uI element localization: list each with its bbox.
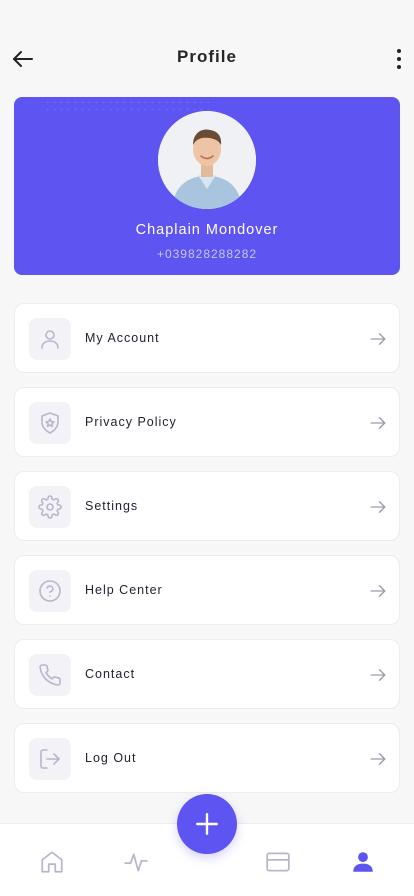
arrow-right-icon	[370, 753, 386, 765]
menu-item-label: Help Center	[85, 583, 163, 597]
menu-item-privacy-policy[interactable]: Privacy Policy	[14, 387, 400, 457]
menu-item-log-out[interactable]: Log Out	[14, 723, 400, 793]
logout-icon	[40, 749, 60, 769]
home-icon	[41, 851, 63, 873]
menu-item-settings[interactable]: Settings	[14, 471, 400, 541]
profile-icon	[353, 852, 373, 872]
app-header: Profile	[0, 0, 414, 100]
question-circle-icon	[39, 580, 61, 602]
arrow-right-icon	[370, 585, 386, 597]
arrow-right-icon	[370, 333, 386, 345]
menu-item-label: My Account	[85, 331, 160, 345]
more-options-button[interactable]	[390, 44, 408, 74]
menu-item-my-account[interactable]: My Account	[14, 303, 400, 373]
gear-icon	[38, 495, 62, 519]
menu-icon-box	[29, 318, 71, 360]
menu-item-label: Settings	[85, 499, 139, 513]
page-title: Profile	[177, 47, 237, 66]
profile-card: Chaplain Mondover +039828288282	[14, 97, 400, 275]
nav-wallet[interactable]	[264, 848, 292, 876]
menu-icon-box	[29, 570, 71, 612]
arrow-right-icon	[370, 501, 386, 513]
nav-home[interactable]	[38, 848, 66, 876]
avatar[interactable]	[158, 111, 256, 209]
add-button[interactable]	[177, 794, 237, 854]
shield-star-icon	[41, 412, 59, 434]
avatar-photo	[158, 111, 256, 209]
menu-item-label: Privacy Policy	[85, 415, 177, 429]
add-icon	[196, 813, 218, 835]
arrow-right-icon	[370, 669, 386, 681]
menu-icon-box	[29, 486, 71, 528]
menu-item-contact[interactable]: Contact	[14, 639, 400, 709]
nav-activity[interactable]	[122, 848, 150, 876]
wallet-icon	[266, 852, 290, 872]
more-vertical-icon-dot	[397, 65, 401, 69]
profile-phone: +039828288282	[156, 247, 258, 261]
menu-icon-box	[29, 654, 71, 696]
arrow-right-icon	[370, 417, 386, 429]
more-vertical-icon-dot	[397, 57, 401, 61]
decorative-dots	[44, 99, 214, 113]
menu-icon-box	[29, 738, 71, 780]
activity-icon	[124, 853, 148, 872]
menu-item-label: Log Out	[85, 751, 137, 765]
menu-icon-box	[29, 402, 71, 444]
menu-item-help-center[interactable]: Help Center	[14, 555, 400, 625]
profile-name: Chaplain Mondover	[135, 222, 279, 238]
more-vertical-icon	[397, 49, 401, 53]
menu-item-label: Contact	[85, 667, 136, 681]
profile-screen: Profile Chaplain Mondover +039828288282 …	[0, 0, 414, 896]
user-icon	[41, 330, 59, 349]
nav-profile[interactable]	[349, 848, 377, 876]
phone-icon	[39, 664, 61, 686]
